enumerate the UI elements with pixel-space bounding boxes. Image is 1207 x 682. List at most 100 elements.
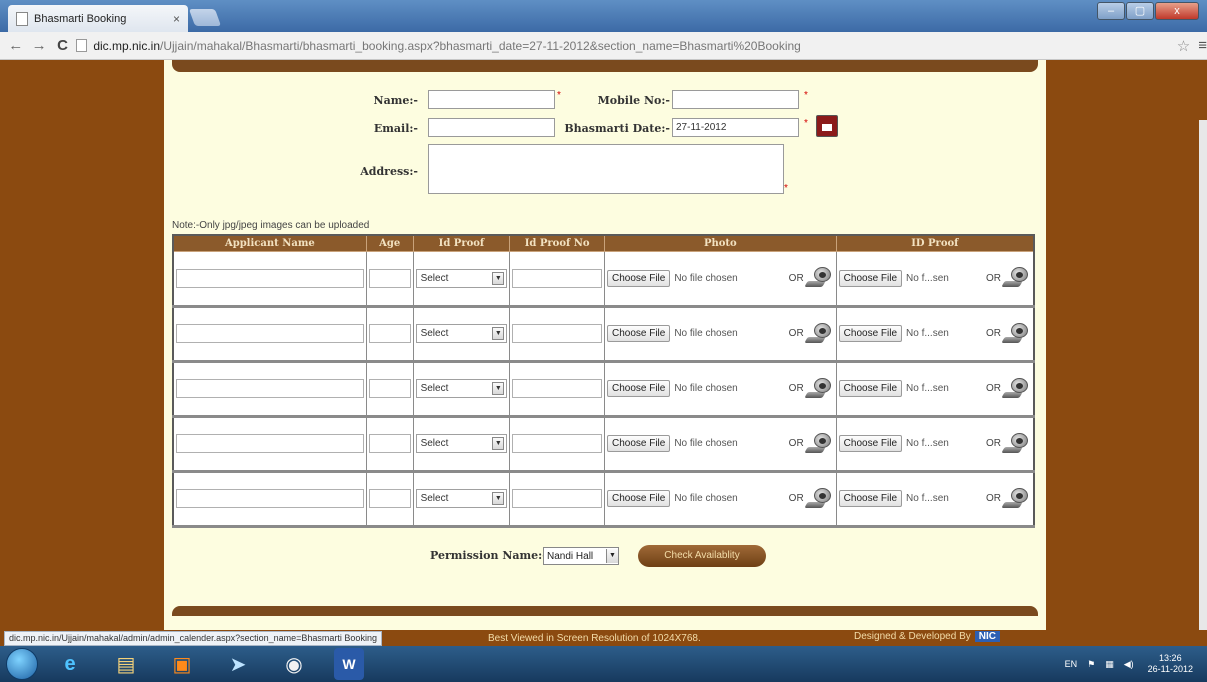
address-bar[interactable]: dic.mp.nic.in /Ujjain/mahakal/Bhasmarti/… [76,35,1166,57]
age-input[interactable] [368,268,411,288]
page-scrollbar[interactable] [1199,120,1207,646]
bhasmarti-date-input[interactable]: 27-11-2012 [672,118,799,137]
photo-choose-file-button[interactable]: Choose File [606,435,671,452]
applicant-name-input[interactable] [176,489,364,508]
webcam-icon[interactable] [1001,321,1031,347]
applicant-name-cell [172,250,367,308]
id-proof-select[interactable]: Select ▼ [415,379,508,398]
id-proof-no-cell [509,470,605,528]
chevron-down-icon: ▼ [492,271,505,285]
menu-icon[interactable]: ≡ [1198,37,1207,54]
id-proof-select[interactable]: Select ▼ [415,489,508,508]
webcam-icon[interactable] [803,265,834,291]
id-proof-select[interactable]: Select ▼ [415,434,508,453]
id-proof-no-input[interactable] [512,379,602,398]
calendar-icon[interactable] [816,115,838,137]
browser-tab[interactable]: Bhasmarti Booking × [8,5,188,32]
forward-arrow-icon[interactable]: → [31,37,47,54]
check-availability-button[interactable]: Check Availablity [638,545,766,567]
webcam-icon[interactable] [803,376,834,402]
content-header-bar [172,60,1038,72]
address-textarea[interactable] [428,144,784,194]
id-proof-selected: Select [420,272,449,284]
reload-icon[interactable]: C [55,37,70,54]
minimize-button[interactable]: – [1097,2,1125,20]
new-tab-button[interactable] [188,9,222,26]
webcam-icon[interactable] [1001,431,1031,457]
id-proof-no-input[interactable] [512,268,602,288]
content-footer-bar [172,606,1038,616]
nic-logo[interactable]: NIC [974,631,1000,642]
app-arrow-icon[interactable]: ➤ [214,648,262,680]
tray-volume-icon[interactable]: ◀) [1124,659,1134,670]
photo-choose-file-button[interactable]: Choose File [606,490,671,507]
maximize-button[interactable]: ▢ [1126,2,1154,20]
folder-icon[interactable]: ▤ [102,648,150,680]
id-proof-select[interactable]: Select ▼ [415,268,508,288]
photo-choose-file-button[interactable]: Choose File [606,325,671,342]
close-window-button[interactable]: x [1155,2,1199,20]
id-choose-file-button[interactable]: Choose File [838,380,903,397]
chevron-down-icon: ▼ [492,327,505,340]
permission-select[interactable]: Nandi Hall ▼ [543,547,619,565]
name-input[interactable] [428,90,555,109]
id-proof-select[interactable]: Select ▼ [415,324,508,343]
photo-cell: Choose File No file chosen OR [603,415,837,473]
mobile-input[interactable] [672,90,799,109]
applicant-name-input[interactable] [176,324,364,343]
applicants-table: Applicant Name Age Id Proof Id Proof No … [172,234,1035,528]
webcam-icon[interactable] [803,486,834,512]
webcam-icon[interactable] [803,431,834,457]
permission-selected: Nandi Hall [547,550,594,562]
col-id-proof-file: ID Proof [835,234,1035,252]
browser-tabbar: Bhasmarti Booking × – ▢ x [0,0,1207,32]
address-label: Address:- [360,165,418,178]
language-indicator[interactable]: EN [1065,659,1078,669]
name-label: Name:- [373,94,418,107]
webcam-icon[interactable] [1001,486,1031,512]
chrome-icon[interactable]: ◉ [270,648,318,680]
id-proof-no-input[interactable] [512,434,602,453]
tab-close-icon[interactable]: × [173,12,180,26]
email-input[interactable] [428,118,555,137]
browser-toolbar: ← → C dic.mp.nic.in /Ujjain/mahakal/Bhas… [0,32,1207,60]
photo-choose-file-button[interactable]: Choose File [606,380,671,397]
age-input[interactable] [368,324,411,343]
webcam-icon[interactable] [1001,265,1031,291]
internet-explorer-icon[interactable]: e [46,648,94,680]
age-input[interactable] [368,379,411,398]
date-required-mark: * [804,118,808,129]
media-player-icon[interactable]: ▣ [158,648,206,680]
id-choose-file-button[interactable]: Choose File [838,325,903,342]
tray-flag-icon[interactable]: ⚑ [1087,659,1095,670]
id-choose-file-button[interactable]: Choose File [838,269,903,287]
id-or-text: OR [986,328,1001,339]
photo-choose-file-button[interactable]: Choose File [606,269,671,287]
back-arrow-icon[interactable]: ← [8,37,23,54]
applicant-name-cell [172,415,367,473]
id-proof-no-input[interactable] [512,489,602,508]
webcam-icon[interactable] [1001,376,1031,402]
clock[interactable]: 13:26 26-11-2012 [1148,653,1193,675]
tray-network-icon[interactable]: ▦ [1105,659,1114,670]
webcam-icon[interactable] [803,321,834,347]
best-view-text: Best Viewed in Screen Resolution of 1024… [488,633,701,644]
id-choose-file-button[interactable]: Choose File [838,490,903,507]
applicant-name-input[interactable] [176,268,364,288]
page-favicon-icon [16,11,28,26]
name-required-mark: * [557,90,561,101]
word-icon[interactable]: W [334,648,364,680]
clock-date: 26-11-2012 [1147,664,1193,674]
age-input[interactable] [368,434,411,453]
id-proof-file-cell: Choose File No f...sen OR [835,250,1035,308]
start-button[interactable] [6,648,38,680]
id-choose-file-button[interactable]: Choose File [838,435,903,452]
applicant-name-input[interactable] [176,379,364,398]
bookmark-star-icon[interactable]: ☆ [1177,37,1190,55]
applicant-name-input[interactable] [176,434,364,453]
applicant-name-cell [172,360,367,418]
age-input[interactable] [368,489,411,508]
id-proof-selected: Select [420,383,449,394]
col-id-proof: Id Proof [412,234,511,252]
id-proof-no-input[interactable] [512,324,602,343]
